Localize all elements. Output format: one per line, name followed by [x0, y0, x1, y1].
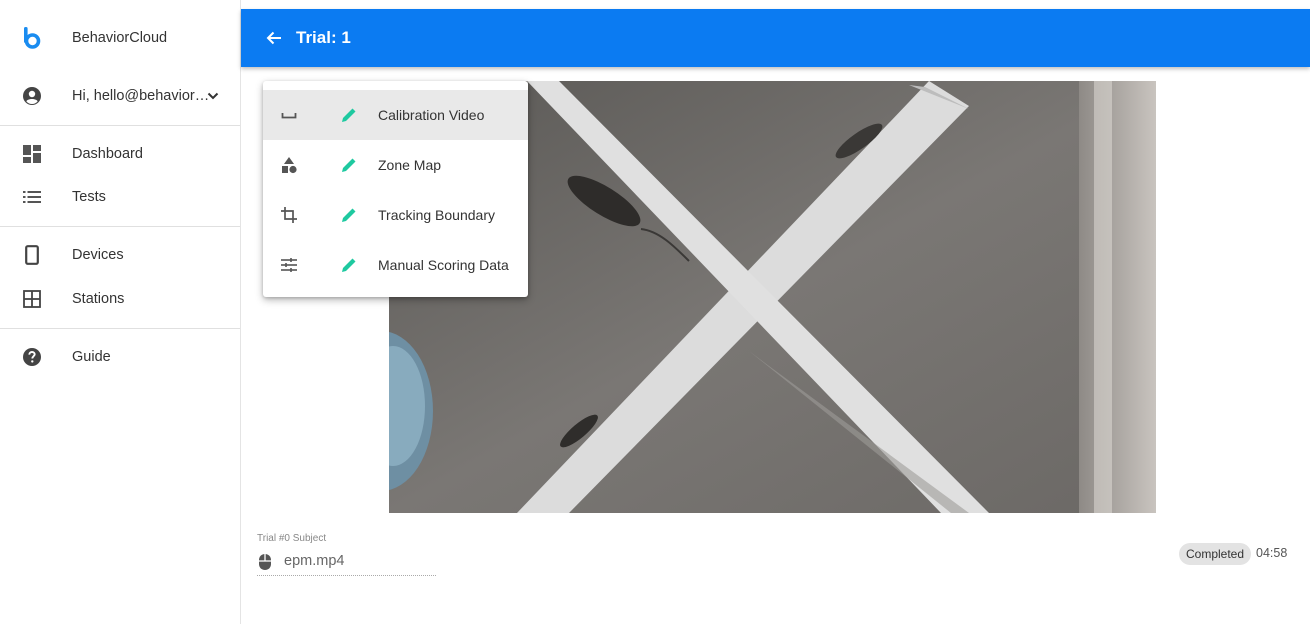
menu-item-tracking-boundary[interactable]: Tracking Boundary: [263, 190, 528, 240]
tune-icon: [279, 255, 299, 275]
sidebar-item-label: Guide: [72, 349, 111, 365]
space-bar-icon: [279, 105, 299, 125]
trial-duration: 04:58: [1256, 546, 1288, 560]
subject-value: epm.mp4: [284, 553, 345, 569]
brand[interactable]: BehaviorCloud: [0, 18, 240, 58]
sidebar-item-stations[interactable]: Stations: [0, 279, 240, 319]
account-label: Hi, hello@behavior…: [72, 88, 210, 104]
sidebar-item-dashboard[interactable]: Dashboard: [0, 134, 240, 174]
menu-item-label: Manual Scoring Data: [378, 257, 509, 273]
menu-item-zone-map[interactable]: Zone Map: [263, 140, 528, 190]
sidebar-item-tests[interactable]: Tests: [0, 177, 240, 217]
chevron-down-icon: [206, 89, 220, 103]
page-title: Trial: 1: [296, 28, 351, 47]
edit-pencil-icon[interactable]: [340, 256, 358, 274]
menu-item-manual-scoring-data[interactable]: Manual Scoring Data: [263, 240, 528, 290]
sidebar-item-label: Dashboard: [72, 146, 143, 162]
grid-icon: [22, 289, 42, 309]
app-bar: Trial: 1: [241, 9, 1310, 67]
top-strip: [241, 0, 1310, 9]
sidebar-item-label: Devices: [72, 247, 124, 263]
sidebar-item-label: Stations: [72, 291, 125, 307]
menu-item-calibration-video[interactable]: Calibration Video: [263, 90, 528, 140]
mouse-icon: [257, 553, 273, 571]
edit-pencil-icon[interactable]: [340, 156, 358, 174]
sidebar-divider: [0, 226, 240, 227]
account-menu[interactable]: Hi, hello@behavior…: [0, 76, 240, 116]
trial-options-menu: Calibration Video Zone Map Tracking Boun…: [263, 81, 528, 297]
edit-pencil-icon[interactable]: [340, 106, 358, 124]
sidebar-item-label: Tests: [72, 189, 106, 205]
edit-pencil-icon[interactable]: [340, 206, 358, 224]
sidebar-divider: [0, 328, 240, 329]
sidebar: BehaviorCloud Hi, hello@behavior… Dashbo…: [0, 0, 241, 624]
account-circle-icon: [22, 86, 42, 106]
help-icon: [22, 347, 42, 367]
shapes-icon: [279, 155, 299, 175]
brand-name: BehaviorCloud: [72, 30, 168, 46]
subject-field[interactable]: epm.mp4: [257, 550, 436, 576]
menu-item-label: Tracking Boundary: [378, 207, 495, 223]
list-icon: [22, 187, 42, 207]
status-badge: Completed: [1179, 543, 1252, 565]
dashboard-icon: [22, 144, 42, 164]
menu-item-label: Zone Map: [378, 157, 442, 173]
behaviorcloud-logo-icon: [22, 27, 42, 49]
phone-device-icon: [22, 245, 42, 265]
arrow-back-icon[interactable]: [263, 27, 285, 49]
sidebar-item-devices[interactable]: Devices: [0, 235, 240, 275]
menu-item-label: Calibration Video: [378, 107, 485, 123]
sidebar-divider: [0, 125, 240, 126]
crop-icon: [279, 205, 299, 225]
sidebar-item-guide[interactable]: Guide: [0, 337, 240, 377]
subject-field-label: Trial #0 Subject: [257, 533, 327, 544]
